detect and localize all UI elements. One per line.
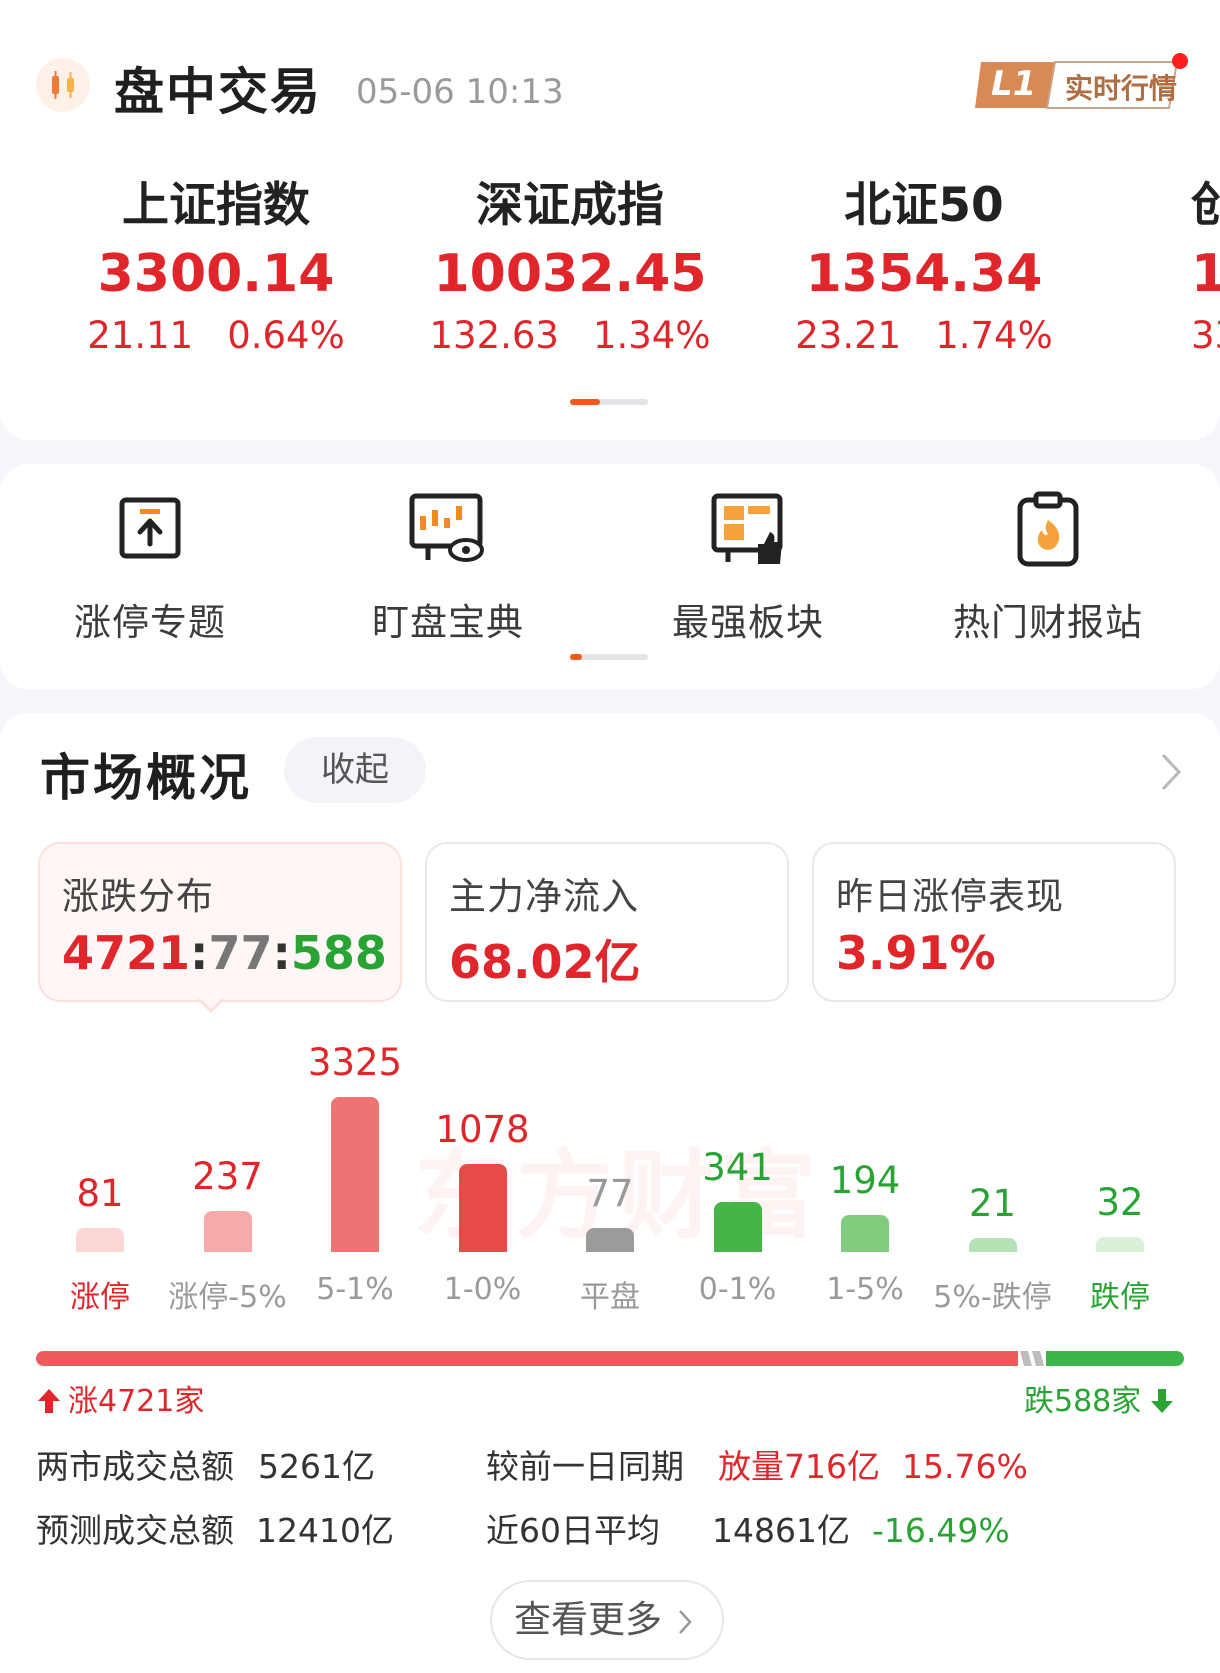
collapse-button[interactable]: 收起 — [284, 737, 426, 803]
card-up-down-distribution[interactable]: 涨跌分布 4721:77:588 — [38, 842, 402, 1002]
index-value: 3300.14 — [97, 244, 335, 304]
chevron-right-icon[interactable] — [1160, 752, 1182, 792]
index-chinext-partial[interactable]: 创 1 33 — [1191, 176, 1220, 362]
notification-dot — [1172, 53, 1188, 69]
stat-total-turnover: 两市成交总额 5261亿 — [36, 1447, 375, 1486]
tools-pager — [570, 654, 648, 660]
chevron-right-icon — [679, 1610, 692, 1634]
view-more-button[interactable]: 查看更多 — [490, 1580, 724, 1660]
section-title: 市场概况 — [40, 749, 252, 807]
card-value: 4721:77:588 — [62, 926, 387, 980]
tool-limit-up-topics[interactable]: 涨停专题 — [20, 490, 280, 646]
index-change: 33 — [1191, 314, 1220, 357]
badge-level: L1 — [991, 64, 1037, 104]
candlestick-logo-icon — [36, 58, 90, 112]
arrow-down-icon — [1151, 1389, 1174, 1413]
card-title: 涨跌分布 — [62, 875, 214, 918]
index-beizheng50[interactable]: 北证50 1354.34 23.21 1.74% — [774, 176, 1074, 362]
arrow-up-icon — [38, 1389, 60, 1413]
index-shenzhen[interactable]: 深证成指 10032.45 132.63 1.34% — [420, 176, 720, 362]
realtime-quote-badge[interactable]: L1 实时行情 — [973, 60, 1181, 110]
tool-label: 涨停专题 — [74, 601, 226, 644]
flat-ratio-bar — [1018, 1351, 1046, 1366]
index-value: 1354.34 — [805, 244, 1043, 304]
index-name: 创 — [1191, 178, 1220, 233]
stat-vs-previous-day: 较前一日同期 放量716亿 15.76% — [486, 1447, 1028, 1486]
up-ratio-bar — [36, 1351, 1018, 1366]
stat-60-day-average: 近60日平均 14861亿 -16.49% — [486, 1511, 1010, 1550]
tool-label: 热门财报站 — [953, 601, 1143, 644]
tool-watch-guide[interactable]: 盯盘宝典 — [318, 490, 578, 646]
up-summary: 涨4721家 — [36, 1376, 204, 1420]
page-title: 盘中交易 — [114, 63, 322, 121]
update-time: 05-06 10:13 — [356, 72, 564, 112]
index-change: 23.21 1.74% — [795, 314, 1053, 357]
badge-label: 实时行情 — [1065, 72, 1178, 105]
watermark-logo: 东方财富 — [414, 1140, 822, 1252]
card-pointer-inner — [199, 997, 223, 1009]
card-main-net-inflow[interactable]: 主力净流入 68.02亿 — [425, 842, 789, 1002]
index-name: 深证成指 — [476, 178, 664, 233]
board-thumbsup-icon — [708, 490, 788, 570]
card-value: 3.91% — [836, 926, 996, 980]
card-value: 68.02亿 — [449, 935, 641, 989]
tool-label: 盯盘宝典 — [372, 601, 524, 644]
index-value: 10032.45 — [433, 244, 707, 304]
index-name: 北证50 — [844, 178, 1004, 233]
card-title: 昨日涨停表现 — [836, 875, 1064, 918]
tool-earnings-station[interactable]: 热门财报站 — [918, 490, 1178, 646]
index-pager — [570, 399, 648, 405]
index-shanghai[interactable]: 上证指数 3300.14 21.11 0.64% — [66, 176, 366, 362]
down-summary: 跌588家 — [1024, 1376, 1175, 1420]
fire-clipboard-icon — [1008, 490, 1088, 570]
tool-label: 最强板块 — [672, 601, 824, 644]
index-value: 1 — [1191, 244, 1220, 304]
candlestick-eye-icon — [408, 490, 488, 570]
card-title: 主力净流入 — [449, 875, 639, 918]
index-pager-active — [570, 399, 600, 405]
tool-strongest-sectors[interactable]: 最强板块 — [618, 490, 878, 646]
upload-board-icon — [110, 490, 190, 570]
index-change: 132.63 1.34% — [429, 314, 711, 357]
down-ratio-bar — [1046, 1351, 1184, 1366]
tools-pager-active — [570, 654, 582, 660]
stat-forecast-turnover: 预测成交总额 12410亿 — [36, 1511, 394, 1550]
index-name: 上证指数 — [122, 178, 310, 233]
card-yesterday-limit-up[interactable]: 昨日涨停表现 3.91% — [812, 842, 1176, 1002]
index-change: 21.11 0.64% — [87, 314, 345, 357]
